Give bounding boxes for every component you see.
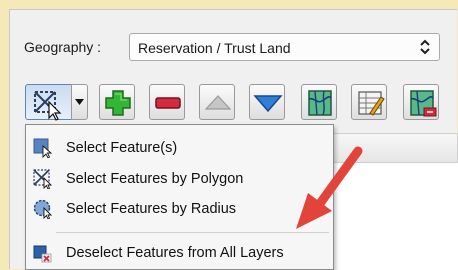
- layer-toolbar: [25, 84, 458, 124]
- deselect-icon: [33, 245, 52, 263]
- geography-select-value: Reservation / Trust Land: [138, 40, 291, 56]
- map-layer-icon: [308, 90, 332, 116]
- attribute-table-edit-icon: [358, 91, 385, 116]
- map-remove-icon: [410, 90, 437, 117]
- select-feature-button[interactable]: [25, 84, 72, 121]
- remove-icon: [155, 97, 181, 109]
- move-up-button[interactable]: [199, 84, 235, 120]
- chevron-down-icon: [75, 99, 84, 105]
- geography-select[interactable]: Reservation / Trust Land: [129, 33, 440, 61]
- select-radius-icon: [33, 199, 53, 219]
- remove-map-layer-button[interactable]: [403, 84, 439, 120]
- move-down-icon: [253, 95, 283, 113]
- menu-item-label: Deselect Features from All Layers: [66, 245, 284, 261]
- menu-item-label: Select Features by Radius: [66, 201, 237, 217]
- remove-button[interactable]: [149, 84, 185, 120]
- edit-attributes-button[interactable]: [351, 84, 387, 120]
- map-layer-button[interactable]: [301, 84, 337, 120]
- move-up-icon: [204, 95, 232, 110]
- geography-label: Geography :: [24, 39, 102, 55]
- menu-item-label: Select Features by Polygon: [66, 171, 244, 187]
- select-dropdown-button[interactable]: [71, 84, 88, 120]
- select-rectangle-icon: [33, 138, 53, 158]
- move-down-button[interactable]: [249, 84, 285, 120]
- updown-chevron-icon: [420, 39, 430, 55]
- add-button[interactable]: [99, 84, 135, 120]
- select-feature-icon: [34, 91, 62, 121]
- menu-item-label: Select Feature(s): [66, 140, 178, 156]
- menu-item-deselect-all[interactable]: Deselect Features from All Layers: [28, 238, 332, 267]
- annotation-arrow-icon: [296, 146, 363, 229]
- add-icon: [105, 90, 131, 116]
- select-polygon-icon: [33, 169, 53, 189]
